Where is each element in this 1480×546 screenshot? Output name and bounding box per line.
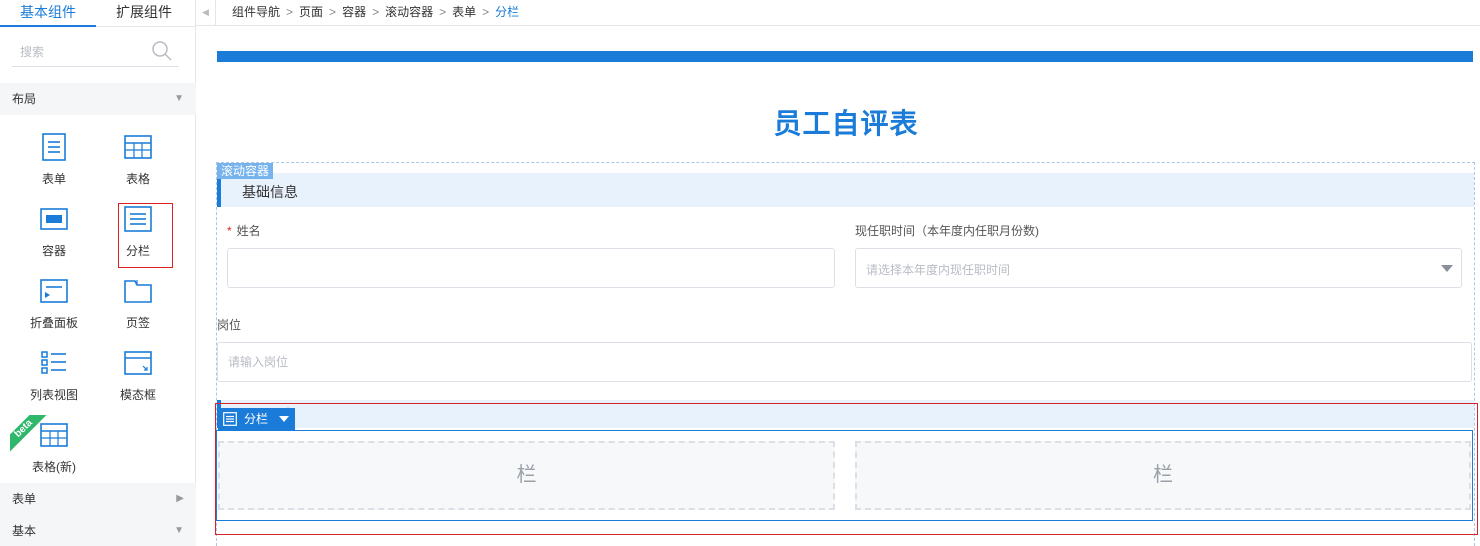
position-field[interactable] [217,342,1472,382]
chevron-down-icon: ▼ [174,93,184,104]
app-root: 基本组件 扩展组件 布局 ▼ 表单 [0,0,1480,546]
section-basic-info-title: 基础信息 [242,184,298,200]
component-table-new-label: 表格(新) [32,460,76,474]
beta-ribbon: beta [10,415,48,453]
breadcrumb-item[interactable]: 滚动容器 [385,0,433,24]
columns-component[interactable]: 栏 栏 [216,430,1473,521]
breadcrumb-item[interactable]: 表单 [452,0,476,24]
breadcrumb-item[interactable]: 页面 [299,0,323,24]
component-form[interactable]: 表单 [19,133,89,197]
columns-icon [223,412,237,426]
required-icon: * [227,224,232,238]
column-left[interactable]: 栏 [218,441,835,510]
columns-highlight-box [118,203,173,268]
component-panel: 基本组件 扩展组件 布局 ▼ 表单 [0,0,196,546]
breadcrumb-separator-icon: > [482,5,490,19]
component-list-view-label: 列表视图 [29,388,78,402]
name-field[interactable] [227,248,835,288]
tab-basic-components[interactable]: 基本组件 [0,0,96,27]
breadcrumb-separator-icon: > [329,5,337,19]
search-box [12,36,179,67]
section-second[interactable]: 息 [217,400,1474,428]
search-input[interactable] [20,42,150,62]
form-icon [42,133,66,161]
section-basic-info[interactable]: 基础信息 [217,173,1474,207]
container-icon [40,208,68,230]
breadcrumb-separator-icon: > [439,5,447,19]
scroll-container-tag[interactable]: 滚动容器 [217,163,274,179]
tenure-select[interactable]: 请选择本年度内现任职时间 [855,248,1462,288]
chevron-left-icon: ◀ [202,7,209,17]
breadcrumb: 组件导航 > 页面 > 容器 > 滚动容器 > 表单 > 分栏 [216,0,1480,26]
table-icon [124,135,152,159]
chevron-down-icon: ▼ [174,525,184,536]
group-layout-label: 布局 [12,92,37,106]
group-basic-header[interactable]: 基本 ▼ [0,515,196,546]
caret-down-icon[interactable] [279,416,289,422]
search-icon[interactable] [151,40,173,62]
form-top-bar [217,51,1473,62]
component-container[interactable]: 容器 [19,205,89,269]
component-modal[interactable]: 模态框 [103,349,173,413]
name-label-text: 姓名 [236,224,261,238]
position-field-label: 岗位 [217,318,242,332]
tenure-select-placeholder: 请选择本年度内现任职时间 [866,263,1011,277]
tab-page-icon [124,280,152,303]
component-list-view[interactable]: 列表视图 [19,349,89,413]
form-title[interactable]: 员工自评表 [216,102,1476,142]
group-layout-header[interactable]: 布局 ▼ [0,83,196,115]
collapse-panel-toggle[interactable]: ◀ [196,0,216,26]
tab-extended-components[interactable]: 扩展组件 [96,0,192,27]
tenure-field-label: 现任职时间（本年度内任职月份数) [855,224,1039,238]
component-modal-label: 模态框 [119,388,156,402]
component-table[interactable]: 表格 [103,133,173,197]
design-canvas: 员工自评表 基础信息 滚动容器 * 姓名 现任职时间（本年度内任职月份数) 请选择… [215,27,1480,546]
modal-icon [124,351,152,375]
group-form-label: 表单 [12,492,37,506]
breadcrumb-current[interactable]: 分栏 [495,0,519,24]
group-basic-label: 基本 [12,524,37,538]
group-form-header[interactable]: 表单 ▶ [0,483,196,515]
breadcrumb-item[interactable]: 组件导航 [232,0,280,24]
caret-down-icon [1441,265,1453,272]
columns-tag-label: 分栏 [244,412,269,426]
panel-tabs: 基本组件 扩展组件 [0,0,196,27]
columns-component-tag[interactable]: 分栏 [218,408,295,430]
component-tab-page-label: 页签 [125,316,150,330]
component-form-label: 表单 [41,172,66,186]
breadcrumb-separator-icon: > [372,5,380,19]
breadcrumb-item[interactable]: 容器 [342,0,366,24]
name-field-label: * 姓名 [227,222,261,239]
collapse-panel-icon [40,279,68,303]
component-table-label: 表格 [125,172,150,186]
component-collapse-panel[interactable]: 折叠面板 [19,277,89,341]
component-container-label: 容器 [41,244,66,258]
component-tab-page[interactable]: 页签 [103,277,173,341]
beta-label: beta [10,415,47,452]
column-right[interactable]: 栏 [855,441,1471,510]
component-collapse-panel-label: 折叠面板 [29,316,78,330]
chevron-right-icon: ▶ [176,493,184,504]
breadcrumb-separator-icon: > [286,5,294,19]
list-view-icon [41,351,66,374]
